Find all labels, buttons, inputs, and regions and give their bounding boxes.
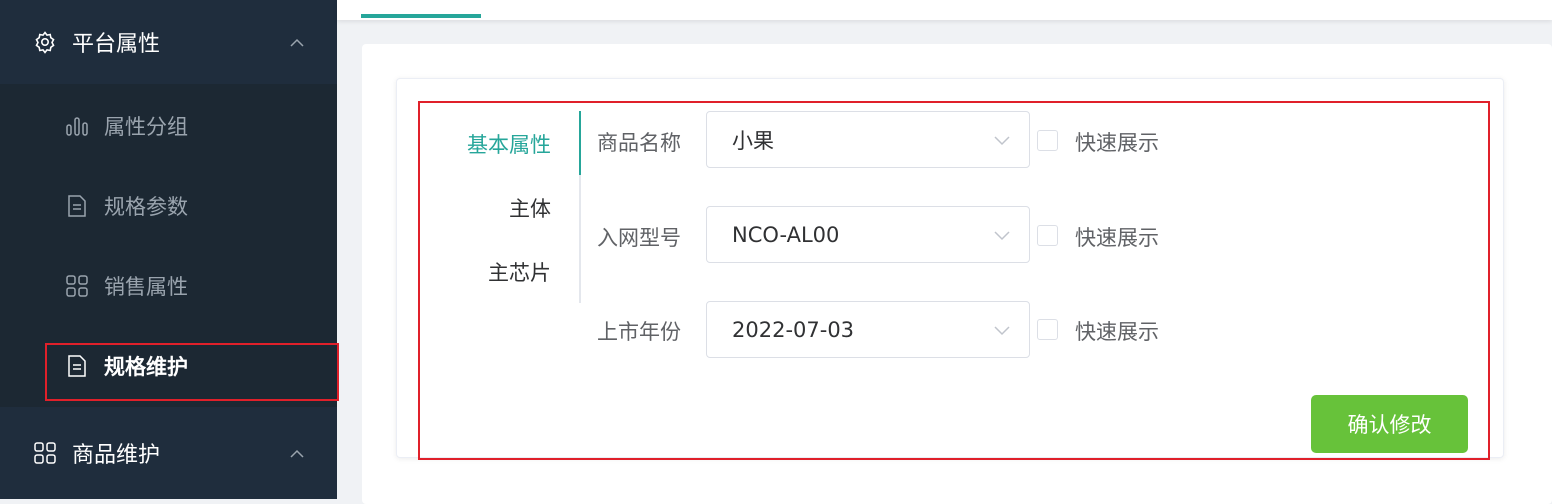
menu-item-sales-attributes[interactable]: 销售属性 xyxy=(0,246,337,326)
menu-item-label: 属性分组 xyxy=(104,115,188,139)
menu-item-label: 销售属性 xyxy=(104,275,188,299)
menu-item-attribute-group[interactable]: 属性分组 xyxy=(0,86,337,166)
active-tab-indicator xyxy=(361,14,481,18)
menu-group-label: 商品维护 xyxy=(72,443,161,468)
gear-icon xyxy=(32,29,58,55)
grid-icon xyxy=(64,273,90,299)
menu-group-product-maintenance[interactable]: 商品维护 xyxy=(0,407,337,499)
highlight-box xyxy=(45,343,339,401)
menu-group-platform-attributes[interactable]: 平台属性 xyxy=(0,0,337,84)
highlight-box xyxy=(418,101,1490,460)
sidebar: 平台属性 属性分组 规格参数 销售属性 规格维护 商品维护 xyxy=(0,0,337,499)
menu-item-spec-params[interactable]: 规格参数 xyxy=(0,166,337,246)
document-icon xyxy=(64,193,90,219)
menu-group-label: 平台属性 xyxy=(72,32,161,57)
bar-chart-icon xyxy=(64,113,90,139)
grid-icon xyxy=(32,440,58,466)
menu-item-label: 规格参数 xyxy=(104,195,188,219)
chevron-up-icon xyxy=(289,34,305,50)
top-tab-bar xyxy=(337,0,1552,20)
chevron-up-icon xyxy=(289,445,305,461)
